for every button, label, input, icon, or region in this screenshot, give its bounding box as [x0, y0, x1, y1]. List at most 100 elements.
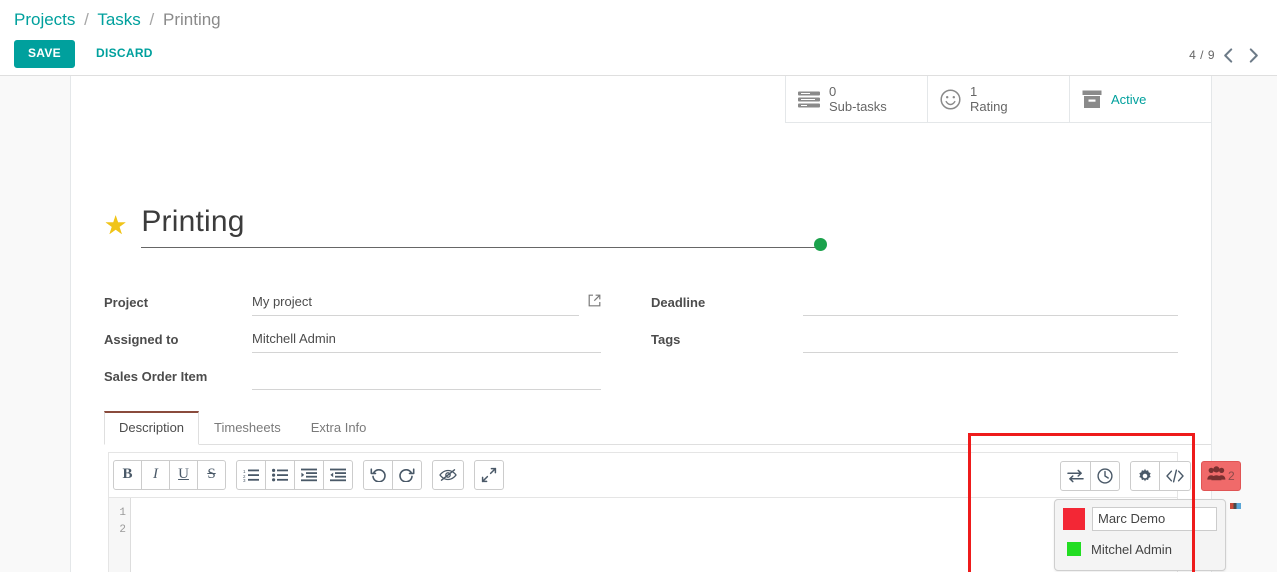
list-lines-icon [798, 91, 820, 108]
collaborator-name-label: Mitchel Admin [1091, 541, 1172, 557]
expand-arrows-icon[interactable] [474, 459, 504, 490]
italic-icon[interactable]: I [141, 459, 170, 490]
line-number-gutter: 1 2 [109, 498, 131, 572]
tab-timesheets[interactable]: Timesheets [199, 411, 296, 445]
exchange-arrows-icon[interactable] [1060, 461, 1091, 491]
notebook: Description Timesheets Extra Info [104, 410, 1211, 445]
collaborator-color-swatch [1067, 542, 1081, 556]
collaboration-toolbar: 2 [1060, 461, 1241, 491]
field-row-deadline: Deadline [651, 291, 1178, 318]
field-label-sales-order-item: Sales Order Item [104, 369, 208, 384]
breadcrumb: Projects / Tasks / Printing [0, 0, 1277, 31]
pager: 4 / 9 [1189, 42, 1267, 68]
field-label-deadline: Deadline [651, 295, 706, 310]
project-input[interactable]: My project [252, 291, 579, 316]
assigned-to-input[interactable]: Mitchell Admin [252, 328, 601, 353]
stat-button-rating[interactable]: 1 Rating [927, 76, 1069, 123]
title-field[interactable]: Printing [141, 204, 824, 248]
tab-description[interactable]: Description [104, 411, 200, 445]
collaborator-color-swatch [1063, 508, 1085, 530]
smiley-face-icon [940, 88, 961, 110]
collaborator-item-marc-demo[interactable]: Marc Demo [1063, 506, 1217, 532]
indent-icon[interactable] [294, 459, 324, 490]
underline-icon[interactable]: U [169, 459, 198, 490]
tab-list: Description Timesheets Extra Info [104, 410, 1211, 445]
record-action-buttons: SAVE DISCARD [14, 40, 166, 68]
collab-sync-group [1060, 461, 1120, 491]
stat-button-subtasks[interactable]: 0 Sub-tasks [785, 76, 927, 123]
expand-group [474, 459, 504, 490]
discard-button[interactable]: DISCARD [83, 40, 166, 68]
description-editor: B I U S 1 2 3 1 2 [108, 452, 1178, 572]
chevron-left-icon [1224, 47, 1233, 63]
svg-text:3: 3 [243, 478, 246, 482]
list-group: 1 2 3 [236, 459, 353, 490]
history-group [363, 459, 422, 490]
ordered-list-icon[interactable]: 1 2 3 [236, 459, 266, 490]
page-title: Printing [141, 205, 245, 238]
stat-value-rating: 1 [970, 84, 978, 99]
code-icon[interactable] [1159, 461, 1191, 491]
breadcrumb-item-projects[interactable]: Projects [14, 10, 75, 29]
users-group-icon [1207, 466, 1226, 486]
undo-icon[interactable] [363, 459, 393, 490]
field-label-project: Project [104, 295, 149, 310]
clock-icon[interactable] [1090, 461, 1120, 491]
star-filled-icon[interactable]: ★ [104, 210, 127, 240]
breadcrumb-item-current: Printing [162, 10, 221, 29]
unordered-list-icon[interactable] [265, 459, 295, 490]
archive-box-icon [1082, 90, 1102, 109]
title-row: ★ Printing [104, 204, 827, 251]
preview-group [432, 459, 464, 490]
line-number: 1 [119, 507, 126, 519]
form-fields: Project My project Assigned to Mitchell … [104, 291, 1178, 402]
stat-button-active[interactable]: Active [1069, 76, 1211, 123]
editor-body[interactable]: 1 2 [108, 497, 1178, 572]
breadcrumb-separator: / [84, 10, 89, 29]
record-form-sheet: 0 Sub-tasks 1 Rating Active ★ Printing P… [70, 76, 1241, 572]
pager-count: 4 / 9 [1189, 48, 1215, 62]
collaborator-item-mitchel-admin[interactable]: Mitchel Admin [1063, 536, 1217, 562]
field-row-project: Project My project [104, 291, 601, 318]
collaboration-users-button[interactable]: 2 [1201, 461, 1241, 491]
breadcrumb-item-tasks[interactable]: Tasks [97, 10, 140, 29]
field-label-tags: Tags [651, 332, 681, 347]
field-label-assigned-to: Assigned to [104, 332, 179, 347]
code-text-area[interactable] [131, 498, 1177, 572]
line-number: 2 [119, 524, 126, 536]
field-row-assigned-to: Assigned to Mitchell Admin [104, 328, 601, 355]
mini-scroll-indicator[interactable] [1230, 503, 1241, 509]
breadcrumb-separator: / [149, 10, 155, 29]
gear-icon[interactable] [1130, 461, 1160, 491]
eye-slash-icon[interactable] [432, 459, 464, 490]
chevron-right-icon [1249, 47, 1258, 63]
stat-label-active: Active [1111, 91, 1147, 107]
sales-order-item-input[interactable] [252, 365, 601, 390]
deadline-input[interactable] [803, 291, 1178, 316]
stat-label-subtasks: Sub-tasks [829, 99, 887, 114]
tags-input[interactable] [803, 328, 1178, 353]
sheet-background: 0 Sub-tasks 1 Rating Active ★ Printing P… [0, 76, 1277, 572]
editor-toolbar: B I U S 1 2 3 [108, 452, 1178, 497]
redo-icon[interactable] [392, 459, 422, 490]
tab-extra-info[interactable]: Extra Info [296, 411, 382, 445]
collaboration-users-count: 2 [1228, 469, 1235, 483]
control-panel: Projects / Tasks / Printing SAVE DISCARD… [0, 0, 1277, 76]
save-button[interactable]: SAVE [14, 40, 75, 68]
form-column-right: Deadline Tags [641, 291, 1178, 402]
collaboration-users-dropdown: Marc Demo Mitchel Admin [1054, 499, 1226, 571]
field-row-tags: Tags [651, 328, 1178, 355]
pager-previous-button[interactable] [1215, 42, 1241, 68]
outdent-icon[interactable] [323, 459, 353, 490]
text-style-group: B I U S [113, 459, 226, 490]
strikethrough-icon[interactable]: S [197, 459, 226, 490]
stat-label-rating: Rating [970, 99, 1008, 114]
field-row-sales-order-item: Sales Order Item [104, 365, 601, 392]
status-badge[interactable] [814, 238, 827, 251]
bold-icon[interactable]: B [113, 459, 142, 490]
open-project-external-link-icon[interactable] [588, 291, 601, 307]
pager-next-button[interactable] [1241, 42, 1267, 68]
collab-settings-group [1130, 461, 1191, 491]
collaborator-name-input[interactable]: Marc Demo [1092, 507, 1217, 531]
form-column-left: Project My project Assigned to Mitchell … [104, 291, 641, 402]
